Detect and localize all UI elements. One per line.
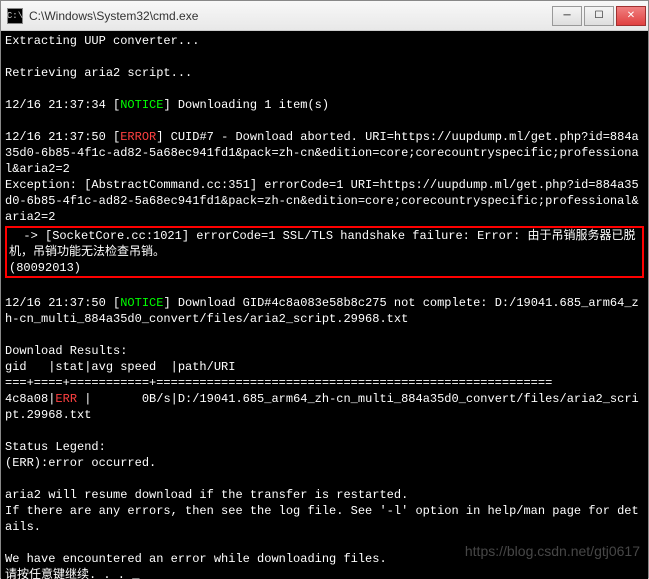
titlebar: C:\ C:\Windows\System32\cmd.exe ─ ☐ ✕ bbox=[1, 1, 648, 31]
cmd-window: C:\ C:\Windows\System32\cmd.exe ─ ☐ ✕ Ex… bbox=[0, 0, 649, 578]
minimize-button[interactable]: ─ bbox=[552, 6, 582, 26]
err-stat: ERR bbox=[55, 392, 77, 406]
download-msg: Downloading 1 item(s) bbox=[171, 98, 329, 112]
maximize-button[interactable]: ☐ bbox=[584, 6, 614, 26]
line-extract: Extracting UUP converter... bbox=[5, 34, 199, 48]
watermark: https://blog.csdn.net/gtj0617 bbox=[465, 543, 640, 559]
encountered-error-msg: We have encountered an error while downl… bbox=[5, 552, 387, 566]
window-controls: ─ ☐ ✕ bbox=[552, 6, 648, 26]
row-rest: | 0B/s|D:/19041.685_arm64_zh-cn_multi_88… bbox=[5, 392, 639, 422]
status-legend: Status Legend: bbox=[5, 440, 106, 454]
window-title: C:\Windows\System32\cmd.exe bbox=[29, 9, 552, 23]
log-hint-msg: If there are any errors, then see the lo… bbox=[5, 504, 639, 534]
timestamp: 12/16 21:37:50 bbox=[5, 130, 106, 144]
resume-msg: aria2 will resume download if the transf… bbox=[5, 488, 408, 502]
app-icon: C:\ bbox=[7, 8, 23, 24]
notice-tag: NOTICE bbox=[120, 296, 163, 310]
timestamp: 12/16 21:37:50 bbox=[5, 296, 106, 310]
ssl-error-highlight: -> [SocketCore.cc:1021] errorCode=1 SSL/… bbox=[5, 226, 644, 278]
close-button[interactable]: ✕ bbox=[616, 6, 646, 26]
exception-msg: Exception: [AbstractCommand.cc:351] erro… bbox=[5, 178, 639, 224]
cursor: _ bbox=[132, 568, 139, 579]
ssl-error-msg: -> [SocketCore.cc:1021] errorCode=1 SSL/… bbox=[9, 229, 636, 275]
notice-tag: NOTICE bbox=[120, 98, 163, 112]
press-any-key: 请按任意键继续. . . bbox=[5, 568, 132, 579]
terminal-output[interactable]: Extracting UUP converter... Retrieving a… bbox=[1, 31, 648, 579]
error-tag: ERROR bbox=[120, 130, 156, 144]
separator: ===+====+===========+===================… bbox=[5, 376, 552, 390]
download-results-columns: gid |stat|avg speed |path/URI bbox=[5, 360, 235, 374]
err-legend: (ERR):error occurred. bbox=[5, 456, 156, 470]
gid-cell: 4c8a08| bbox=[5, 392, 55, 406]
line-retrieve: Retrieving aria2 script... bbox=[5, 66, 192, 80]
timestamp: 12/16 21:37:34 bbox=[5, 98, 106, 112]
download-results-header: Download Results: bbox=[5, 344, 127, 358]
